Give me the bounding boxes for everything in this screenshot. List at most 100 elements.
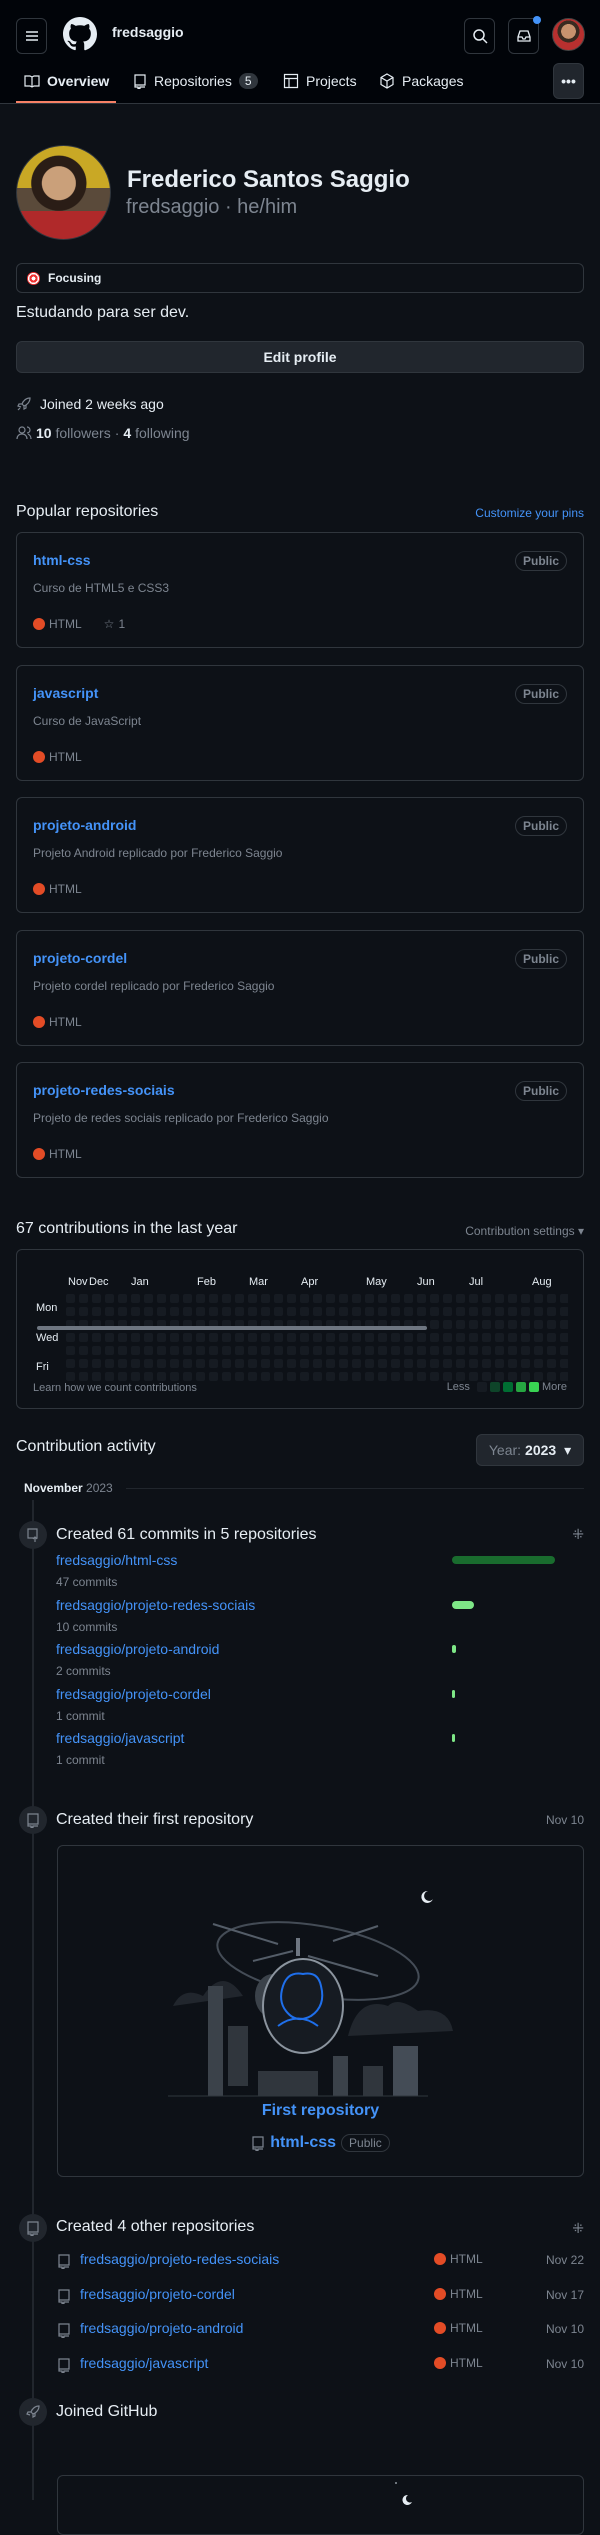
contribution-day[interactable] (495, 1294, 504, 1303)
contribution-day[interactable] (521, 1372, 530, 1381)
contribution-day[interactable] (313, 1346, 322, 1355)
contribution-day[interactable] (66, 1372, 75, 1381)
contribution-day[interactable] (378, 1359, 387, 1368)
contribution-day[interactable] (157, 1372, 166, 1381)
contribution-day[interactable] (430, 1372, 439, 1381)
contribution-day[interactable] (482, 1346, 491, 1355)
contribution-day[interactable] (274, 1346, 283, 1355)
year-select[interactable]: Year: 2023 ▾ (476, 1434, 584, 1466)
contribution-day[interactable] (144, 1359, 153, 1368)
contribution-day[interactable] (339, 1307, 348, 1316)
menu-button[interactable] (16, 18, 47, 54)
graph-scrollbar[interactable] (37, 1326, 427, 1330)
contribution-day[interactable] (66, 1359, 75, 1368)
contribution-day[interactable] (404, 1333, 413, 1342)
contribution-day[interactable] (469, 1294, 478, 1303)
contribution-day[interactable] (300, 1346, 309, 1355)
contribution-day[interactable] (300, 1359, 309, 1368)
contribution-day[interactable] (196, 1359, 205, 1368)
contribution-day[interactable] (144, 1372, 153, 1381)
customize-pins-link[interactable]: Customize your pins (475, 506, 584, 520)
more-tabs-button[interactable]: ••• (553, 63, 584, 99)
contribution-day[interactable] (144, 1333, 153, 1342)
contribution-day[interactable] (235, 1307, 244, 1316)
contribution-day[interactable] (326, 1359, 335, 1368)
contribution-day[interactable] (469, 1320, 478, 1329)
contribution-day[interactable] (261, 1307, 270, 1316)
contribution-day[interactable] (313, 1294, 322, 1303)
contribution-day[interactable] (456, 1333, 465, 1342)
contribution-day[interactable] (235, 1294, 244, 1303)
tab-repositories[interactable]: Repositories 5 (133, 66, 258, 96)
contribution-day[interactable] (105, 1346, 114, 1355)
contribution-day[interactable] (92, 1359, 101, 1368)
contribution-day[interactable] (443, 1346, 452, 1355)
contribution-day[interactable] (274, 1333, 283, 1342)
contribution-day[interactable] (534, 1294, 543, 1303)
contribution-day[interactable] (443, 1359, 452, 1368)
contribution-day[interactable] (157, 1346, 166, 1355)
contribution-day[interactable] (417, 1294, 426, 1303)
contribution-day[interactable] (92, 1346, 101, 1355)
tab-projects[interactable]: Projects (283, 66, 357, 96)
contribution-day[interactable] (391, 1294, 400, 1303)
contribution-day[interactable] (92, 1372, 101, 1381)
contribution-day[interactable] (547, 1372, 556, 1381)
contribution-day[interactable] (183, 1294, 192, 1303)
contribution-day[interactable] (79, 1346, 88, 1355)
contribution-day[interactable] (508, 1320, 517, 1329)
contribution-day[interactable] (430, 1320, 439, 1329)
contribution-day[interactable] (66, 1333, 75, 1342)
contribution-day[interactable] (430, 1307, 439, 1316)
contribution-day[interactable] (560, 1294, 568, 1303)
contribution-day[interactable] (157, 1307, 166, 1316)
contribution-day[interactable] (326, 1307, 335, 1316)
contribution-day[interactable] (209, 1359, 218, 1368)
created-repo-link[interactable]: fredsaggio/projeto-cordel (80, 2286, 235, 2302)
search-button[interactable] (464, 18, 495, 54)
contribution-day[interactable] (170, 1359, 179, 1368)
contribution-day[interactable] (326, 1294, 335, 1303)
contribution-settings-dropdown[interactable]: Contribution settings ▾ (465, 1224, 584, 1238)
created-repo-link[interactable]: fredsaggio/projeto-android (80, 2320, 243, 2336)
contribution-day[interactable] (482, 1307, 491, 1316)
tab-overview[interactable]: Overview (24, 66, 109, 96)
contribution-day[interactable] (443, 1333, 452, 1342)
contribution-day[interactable] (339, 1333, 348, 1342)
contribution-day[interactable] (443, 1294, 452, 1303)
contribution-day[interactable] (170, 1307, 179, 1316)
contribution-day[interactable] (274, 1359, 283, 1368)
contribution-day[interactable] (118, 1333, 127, 1342)
edit-profile-button[interactable]: Edit profile (16, 341, 584, 373)
contribution-day[interactable] (508, 1307, 517, 1316)
contribution-day[interactable] (235, 1372, 244, 1381)
contribution-day[interactable] (560, 1359, 568, 1368)
contribution-day[interactable] (326, 1346, 335, 1355)
contribution-day[interactable] (209, 1333, 218, 1342)
contribution-day[interactable] (222, 1294, 231, 1303)
contribution-day[interactable] (482, 1372, 491, 1381)
contribution-day[interactable] (170, 1333, 179, 1342)
contribution-day[interactable] (534, 1346, 543, 1355)
contribution-day[interactable] (274, 1372, 283, 1381)
contribution-day[interactable] (378, 1307, 387, 1316)
contribution-day[interactable] (352, 1294, 361, 1303)
learn-contributions-link[interactable]: Learn how we count contributions (33, 1382, 197, 1394)
created-repo-link[interactable]: fredsaggio/projeto-redes-sociais (80, 2251, 279, 2267)
contribution-day[interactable] (378, 1294, 387, 1303)
commit-repo-link[interactable]: fredsaggio/projeto-android (56, 1641, 219, 1657)
contribution-day[interactable] (339, 1346, 348, 1355)
contribution-day[interactable] (378, 1333, 387, 1342)
contribution-day[interactable] (521, 1320, 530, 1329)
contribution-day[interactable] (365, 1346, 374, 1355)
contribution-day[interactable] (456, 1307, 465, 1316)
contribution-day[interactable] (495, 1307, 504, 1316)
contribution-day[interactable] (261, 1333, 270, 1342)
contribution-day[interactable] (365, 1333, 374, 1342)
contribution-day[interactable] (313, 1372, 322, 1381)
profile-avatar[interactable] (16, 145, 111, 240)
status-box[interactable]: Focusing (16, 263, 584, 293)
contribution-day[interactable] (313, 1333, 322, 1342)
contribution-day[interactable] (92, 1307, 101, 1316)
contribution-day[interactable] (105, 1307, 114, 1316)
